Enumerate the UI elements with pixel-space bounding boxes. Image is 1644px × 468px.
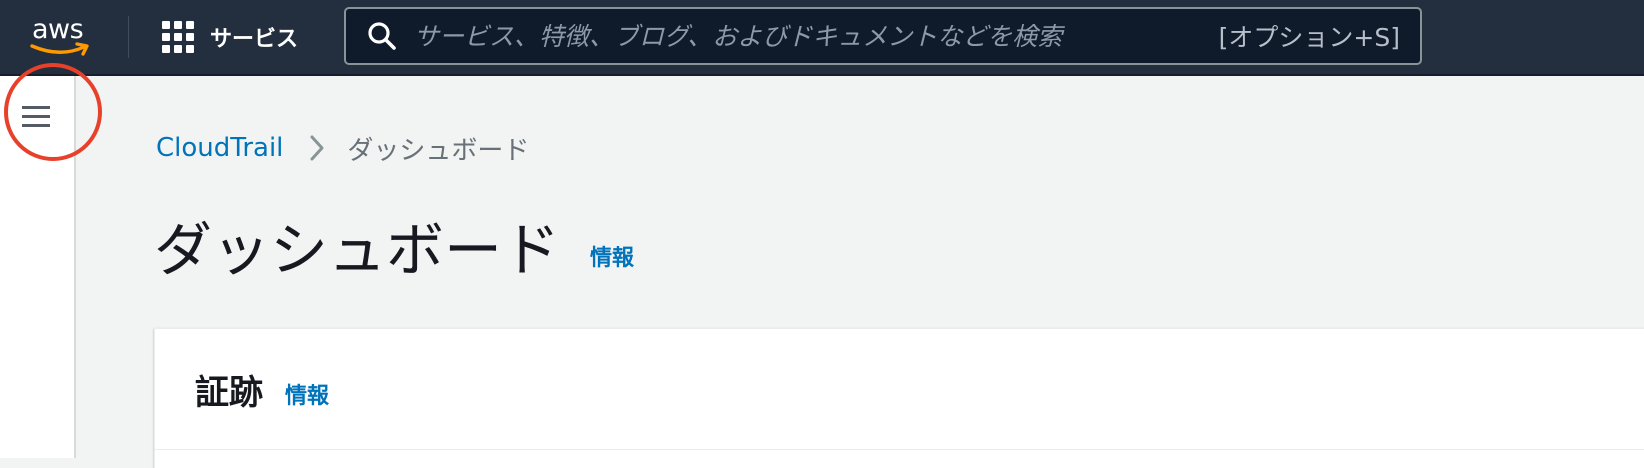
panel-divider [155,449,1644,450]
search-shortcut-hint: [オプション+S] [1218,23,1400,52]
breadcrumb-link-cloudtrail[interactable]: CloudTrail [156,133,283,163]
trails-panel: 証跡 情報 [154,328,1644,468]
trails-panel-title: 証跡 [195,373,263,413]
grid-icon [162,21,194,53]
chevron-right-icon [310,135,324,161]
trails-panel-header: 証跡 情報 [195,365,329,415]
page-header: ダッシュボード 情報 [154,212,634,282]
services-label: サービス [210,27,299,52]
aws-logo-text: aws [32,14,84,45]
aws-smile-icon [30,42,89,56]
page-title: ダッシュボード [154,216,561,284]
aws-logo[interactable]: aws [30,14,94,58]
top-navigation-bar: aws サービス [オプション+S] [0,0,1644,76]
trails-info-link[interactable]: 情報 [285,378,329,410]
global-search-box[interactable]: [オプション+S] [344,7,1422,65]
search-input[interactable] [414,16,1219,56]
side-navigation-collapsed [0,76,76,458]
breadcrumb: CloudTrail ダッシュボード [156,128,529,168]
hamburger-menu-icon[interactable] [14,94,58,138]
breadcrumb-current: ダッシュボード [347,135,530,166]
search-icon [368,22,396,50]
services-menu-button[interactable]: サービス [162,14,298,60]
topbar-divider [128,16,129,58]
page-info-link[interactable]: 情報 [590,240,634,272]
